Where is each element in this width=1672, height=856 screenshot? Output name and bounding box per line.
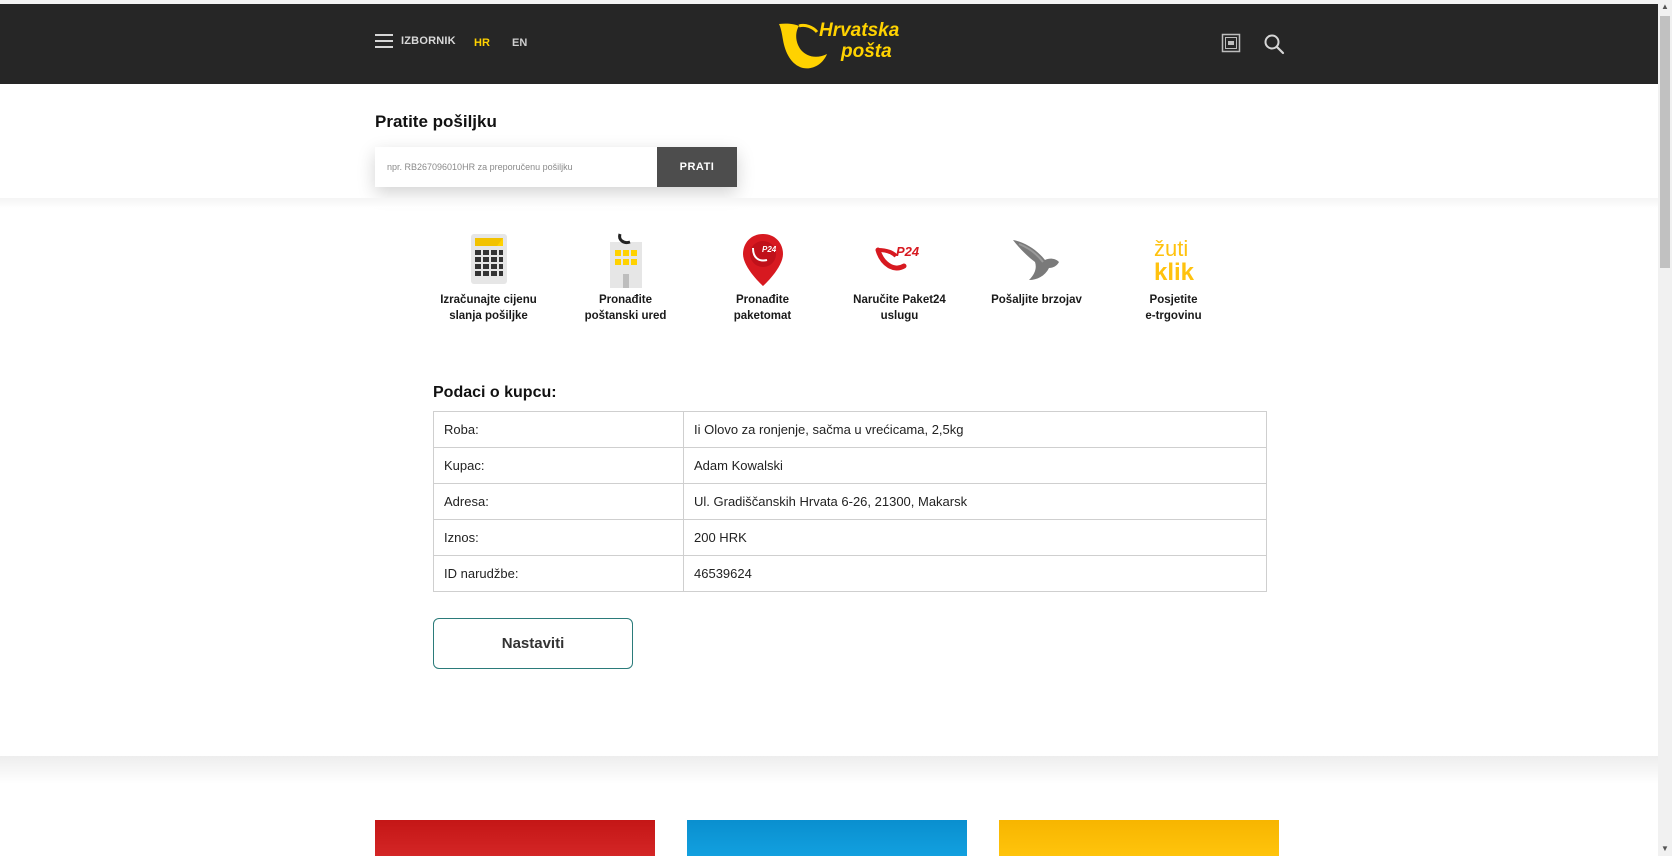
row-key-amount: Iznos:: [433, 519, 684, 556]
accessibility-icon[interactable]: [1221, 33, 1243, 55]
quick-link-label: Pronađite paketomat: [733, 294, 792, 322]
tracking-number-input[interactable]: [375, 147, 655, 187]
svg-text:P24: P24: [762, 245, 777, 254]
row-value-goods: Ii Olovo za ronjenje, sačma u vrećicama,…: [683, 411, 1267, 448]
row-value-order-id: 46539624: [683, 555, 1267, 592]
parcel-locker-pin-icon: P24: [742, 234, 783, 286]
svg-text:klik: klik: [1154, 259, 1195, 286]
svg-text:P24: P24: [896, 244, 920, 259]
svg-text:žuti: žuti: [1154, 236, 1188, 261]
site-header: IZBORNIK HR EN Hrvatska pošta: [0, 4, 1658, 84]
quick-link-label: Naručite Paket24 uslugu: [853, 294, 946, 322]
tracking-section: Pratite pošiljku PRATI: [375, 112, 737, 187]
row-value-buyer: Adam Kowalski: [683, 447, 1267, 484]
row-value-amount: 200 HRK: [683, 519, 1267, 556]
promo-banner-blue[interactable]: [687, 820, 967, 856]
track-button[interactable]: PRATI: [657, 147, 737, 187]
menu-label: IZBORNIK: [401, 35, 456, 47]
hrvatska-posta-logo[interactable]: Hrvatska pošta: [777, 18, 907, 74]
row-key-buyer: Kupac:: [433, 447, 684, 484]
vertical-scrollbar[interactable]: ▲ ▼: [1658, 0, 1672, 856]
quick-link-find-post-office[interactable]: Pronađite poštanski ured: [557, 232, 694, 324]
language-hr-link[interactable]: HR: [474, 37, 490, 49]
quick-link-visit-eshop[interactable]: žuti klik Posjetite e-trgovinu: [1105, 232, 1242, 324]
telegram-bird-icon: [1012, 240, 1059, 280]
row-value-address: Ul. Gradiščanskih Hrvata 6-26, 21300, Ma…: [683, 483, 1267, 520]
scroll-up-arrow-icon[interactable]: ▲: [1658, 0, 1672, 14]
tracking-form: PRATI: [375, 147, 737, 187]
promo-banner-red[interactable]: [375, 820, 655, 856]
table-row: Kupac: Adam Kowalski: [433, 447, 1267, 484]
quick-link-calculate-price[interactable]: Izračunajte cijenu slanja pošiljke: [420, 232, 557, 324]
continue-button[interactable]: Nastaviti: [433, 618, 633, 669]
page: IZBORNIK HR EN Hrvatska pošta Pratite po…: [0, 0, 1672, 856]
scrollbar-thumb[interactable]: [1660, 16, 1670, 268]
content-end-shadow: [0, 756, 1658, 784]
table-row: Adresa: Ul. Gradiščanskih Hrvata 6-26, 2…: [433, 483, 1267, 520]
quick-link-label: Izračunajte cijenu slanja pošiljke: [440, 294, 537, 322]
logo-text: Hrvatska pošta: [819, 20, 899, 62]
quick-links: Izračunajte cijenu slanja pošiljke Prona…: [420, 232, 1280, 332]
table-row: ID narudžbe: 46539624: [433, 555, 1267, 592]
quick-link-find-parcel-locker[interactable]: P24 Pronađite paketomat: [694, 232, 831, 324]
menu-button[interactable]: IZBORNIK: [375, 34, 456, 48]
calculator-icon: [470, 234, 507, 284]
tracking-title: Pratite pošiljku: [375, 112, 497, 131]
table-row: Iznos: 200 HRK: [433, 519, 1267, 556]
customer-info-section: Podaci o kupcu: Roba: Ii Olovo za ronjen…: [433, 384, 1267, 592]
scroll-down-arrow-icon[interactable]: ▼: [1658, 842, 1672, 856]
language-en-link[interactable]: EN: [512, 37, 527, 49]
logo-line-1: Hrvatska: [819, 20, 900, 41]
table-row: Roba: Ii Olovo za ronjenje, sačma u vreć…: [433, 411, 1267, 448]
post-office-icon: [609, 233, 642, 288]
logo-line-2: pošta: [841, 41, 892, 62]
quick-link-label: Pronađite poštanski ured: [584, 294, 667, 322]
promo-banner-yellow[interactable]: [999, 820, 1279, 856]
customer-info-title: Podaci o kupcu:: [433, 384, 557, 401]
row-key-address: Adresa:: [433, 483, 684, 520]
row-key-goods: Roba:: [433, 411, 684, 448]
quick-link-order-paket24[interactable]: P24 Naručite Paket24 uslugu: [831, 232, 968, 324]
zuti-klik-icon: žuti klik: [1154, 236, 1195, 286]
quick-link-label: Posjetite e-trgovinu: [1145, 294, 1202, 322]
hamburger-icon: [375, 34, 393, 48]
section-divider: [0, 198, 1658, 208]
paket24-icon: P24: [875, 244, 920, 271]
row-key-order-id: ID narudžbe:: [433, 555, 684, 592]
header-inner: IZBORNIK HR EN Hrvatska pošta: [375, 4, 1285, 84]
quick-link-label: Pošaljite brzojav: [991, 294, 1082, 306]
quick-link-send-telegram[interactable]: Pošaljite brzojav: [968, 232, 1105, 308]
customer-info-table: Roba: Ii Olovo za ronjenje, sačma u vreć…: [433, 411, 1267, 592]
search-icon[interactable]: [1263, 33, 1285, 55]
